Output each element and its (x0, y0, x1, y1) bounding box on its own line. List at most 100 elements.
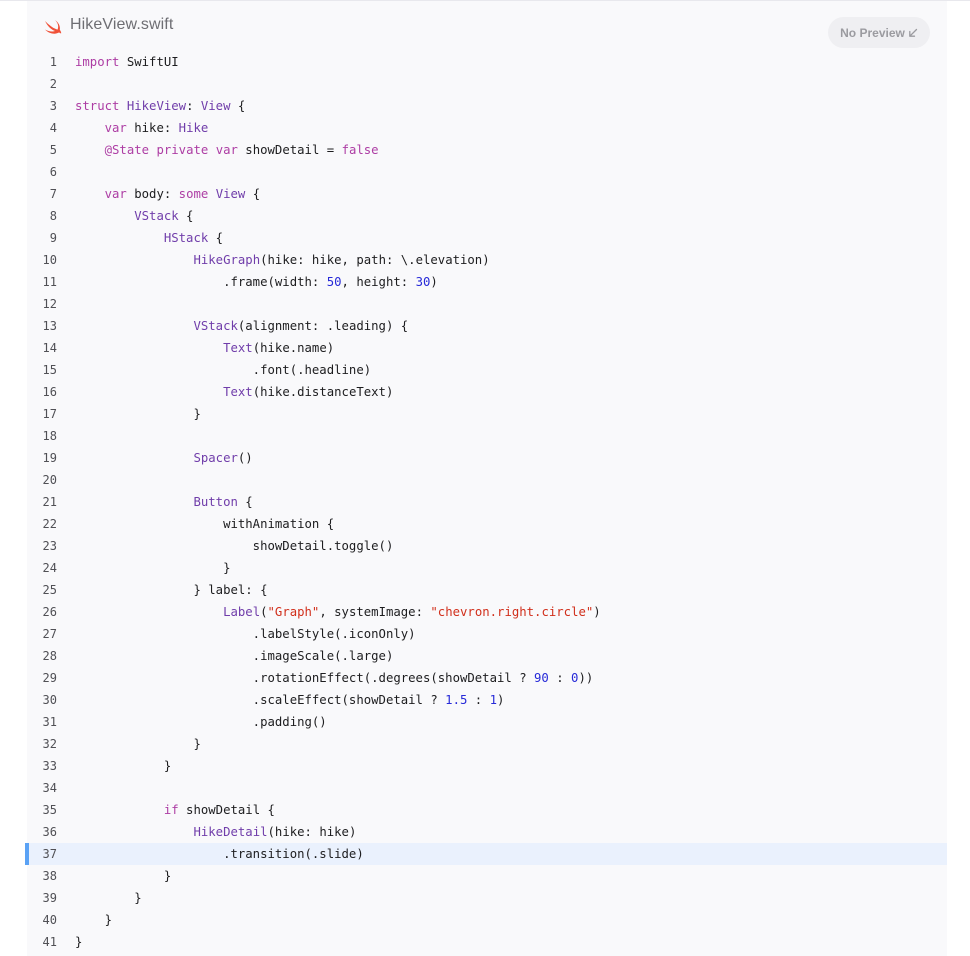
code-token: SwiftUI (119, 55, 179, 69)
code-line: 31 .padding() (27, 711, 947, 733)
code-token: (hike: hike) (267, 825, 357, 839)
code-token: } (75, 561, 231, 575)
code-token: 90 (534, 671, 549, 685)
code-token: false (341, 143, 379, 157)
code-line: 3 struct HikeView: View { (27, 95, 947, 117)
arrow-down-left-icon (908, 28, 917, 37)
code-token: showDetail = (237, 143, 342, 157)
line-number: 32 (42, 737, 57, 751)
code-line: 5 @State private var showDetail = false (27, 139, 947, 161)
line-source: } (75, 931, 82, 953)
code-token: 1.5 (445, 693, 468, 707)
line-number: 27 (42, 627, 57, 641)
code-line: 27 .labelStyle(.iconOnly) (27, 623, 947, 645)
code-token: View (215, 187, 246, 201)
code-line: 22 withAnimation { (27, 513, 947, 535)
line-number: 34 (42, 781, 57, 795)
line-source: HStack { (75, 227, 223, 249)
line-number: 10 (42, 253, 57, 267)
code-line: 23 showDetail.toggle() (27, 535, 947, 557)
line-source: Spacer() (75, 447, 252, 469)
line-source: .font(.headline) (75, 359, 371, 381)
line-number: 18 (42, 429, 57, 443)
code-line: 19 Spacer() (27, 447, 947, 469)
line-number: 2 (49, 77, 57, 91)
line-number: 21 (42, 495, 57, 509)
line-source: VStack(alignment: .leading) { (75, 315, 408, 337)
code-token: var (215, 143, 238, 157)
code-line: 2 (27, 73, 947, 95)
code-token: private (156, 143, 209, 157)
code-token: Label (223, 605, 261, 619)
code-token: showDetail.toggle() (75, 539, 394, 553)
code-token: Spacer (193, 451, 238, 465)
code-line: 11 .frame(width: 50, height: 30) (27, 271, 947, 293)
code-line: 18 (27, 425, 947, 447)
code-line: 26 Label("Graph", systemImage: "chevron.… (27, 601, 947, 623)
code-token: var (104, 121, 127, 135)
code-token: import (75, 55, 120, 69)
code-listing-header: HikeView.swift No Preview (27, 1, 947, 51)
line-number: 28 (42, 649, 57, 663)
code-line: 35 if showDetail { (27, 799, 947, 821)
code-token: ) (593, 605, 601, 619)
code-token: .imageScale(.large) (75, 649, 394, 663)
code-line: 16 Text(hike.distanceText) (27, 381, 947, 403)
line-source: .rotationEffect(.degrees(showDetail ? 90… (75, 667, 594, 689)
code-line: 29 .rotationEffect(.degrees(showDetail ?… (27, 667, 947, 689)
no-preview-label: No Preview (840, 25, 905, 40)
code-line: 1 import SwiftUI (27, 51, 947, 73)
code-listing-panel: HikeView.swift No Preview 1 import SwiftU… (25, 1, 947, 956)
code-line: 12 (27, 293, 947, 315)
no-preview-button[interactable]: No Preview (828, 17, 930, 48)
line-source: Button { (75, 491, 252, 513)
line-number: 36 (42, 825, 57, 839)
code-token: } label: { (75, 583, 268, 597)
code-token: View (200, 99, 231, 113)
line-number: 19 (42, 451, 57, 465)
line-number: 1 (49, 55, 57, 69)
code-token: hike: (126, 121, 179, 135)
code-token: "chevron.right.circle" (430, 605, 594, 619)
code-token: withAnimation { (75, 517, 335, 531)
code-line: 24 } (27, 557, 947, 579)
line-number: 17 (42, 407, 57, 421)
code-line: 30 .scaleEffect(showDetail ? 1.5 : 1) (27, 689, 947, 711)
line-number: 40 (42, 913, 57, 927)
code-token: .frame(width: (75, 275, 327, 289)
code-token: HikeGraph (193, 253, 261, 267)
code-token: 30 (415, 275, 431, 289)
line-number: 38 (42, 869, 57, 883)
line-source: } (75, 755, 171, 777)
code-token: : (548, 671, 572, 685)
code-line: 37 .transition(.slide) (25, 843, 947, 865)
code-token: ) (430, 275, 438, 289)
line-number: 37 (42, 847, 57, 861)
line-source: .imageScale(.large) (75, 645, 394, 667)
code-token: { (208, 231, 224, 245)
code-line: 6 (27, 161, 947, 183)
line-number: 12 (42, 297, 57, 311)
line-number: 35 (42, 803, 57, 817)
line-source: .scaleEffect(showDetail ? 1.5 : 1) (75, 689, 505, 711)
code-token: .scaleEffect(showDetail ? (75, 693, 446, 707)
code-token: (hike.distanceText) (252, 385, 394, 399)
line-source: } (75, 403, 201, 425)
code-token: HikeDetail (193, 825, 268, 839)
code-line: 25 } label: { (27, 579, 947, 601)
code-token: { (230, 99, 246, 113)
code-token: } (75, 407, 201, 421)
code-line: 17 } (27, 403, 947, 425)
code-token: } (75, 759, 172, 773)
code-token: { (178, 209, 194, 223)
line-number: 23 (42, 539, 57, 553)
